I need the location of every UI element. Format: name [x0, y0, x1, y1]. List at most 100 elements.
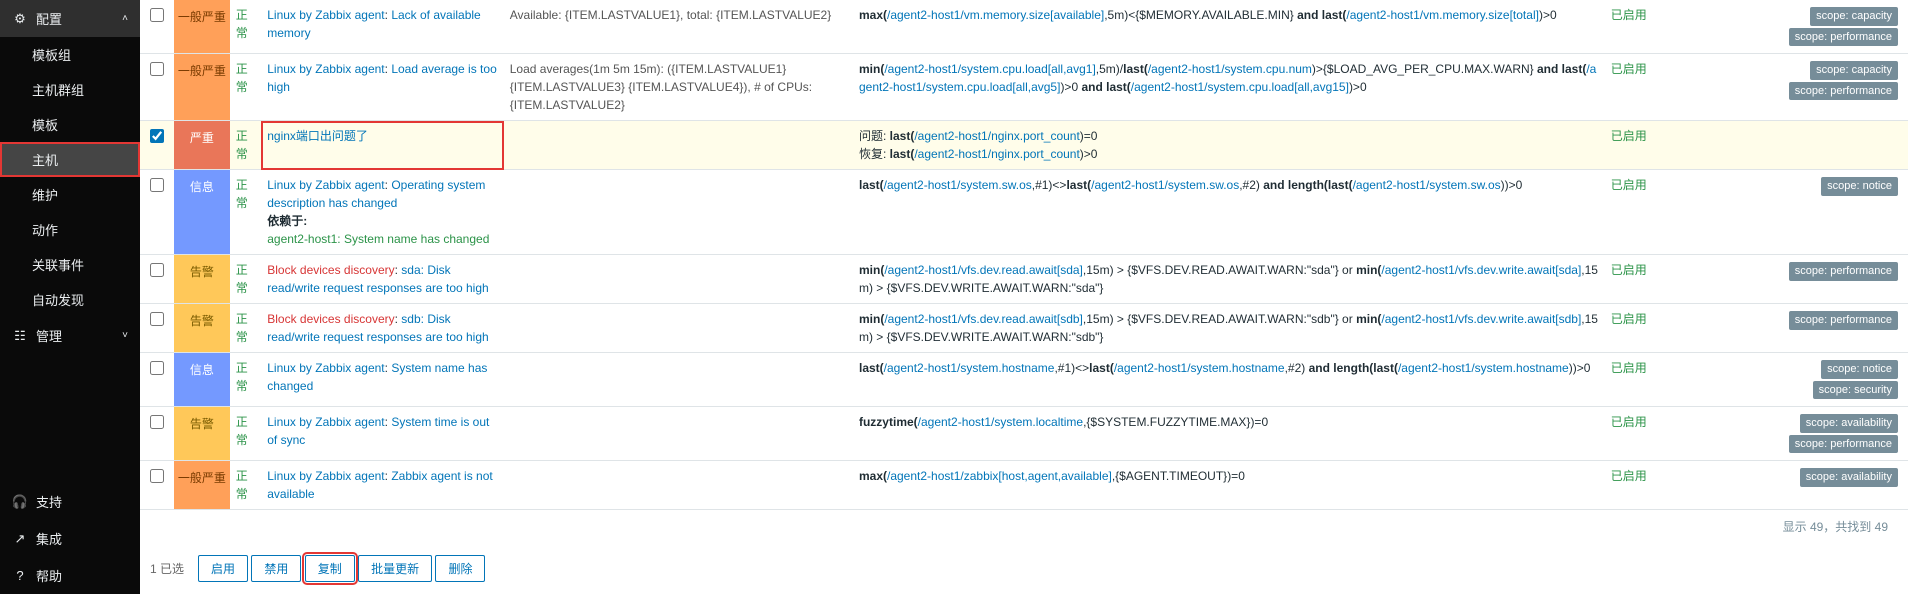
expr-link[interactable]: /agent2-host1/system.hostname: [1114, 361, 1285, 375]
action-button-2[interactable]: 复制: [305, 555, 355, 582]
prefix-link[interactable]: Block devices discovery: [267, 263, 394, 277]
severity-cell: 一般严重: [174, 461, 230, 510]
sidebar-item-7[interactable]: 自动发现: [0, 282, 140, 317]
sidebar-item-1[interactable]: 主机群组: [0, 72, 140, 107]
sidebar-manage-label: 管理: [36, 326, 62, 345]
row-checkbox[interactable]: [150, 469, 164, 483]
row-checkbox[interactable]: [150, 62, 164, 76]
chevron-up-icon: ˄: [122, 13, 128, 24]
action-button-3[interactable]: 批量更新: [358, 555, 432, 582]
severity-cell: 严重: [174, 121, 230, 170]
table-row: 信息正常Linux by Zabbix agent: Operating sys…: [140, 170, 1908, 255]
prefix-link[interactable]: Linux by Zabbix agent: [267, 361, 384, 375]
opdata-cell: Available: {ITEM.LASTVALUE1}, total: {IT…: [504, 0, 853, 54]
sidebar-item-5[interactable]: 动作: [0, 212, 140, 247]
opdata-cell: [504, 255, 853, 304]
sidebar-item-4[interactable]: 维护: [0, 177, 140, 212]
enable-link[interactable]: 已启用: [1611, 62, 1647, 76]
trigger-name-cell: Linux by Zabbix agent: System name has c…: [261, 353, 504, 407]
depends-link[interactable]: agent2-host1: System name has changed: [267, 232, 489, 246]
enable-link[interactable]: 已启用: [1611, 469, 1647, 483]
expression-cell: last(/agent2-host1/system.hostname,#1)<>…: [853, 353, 1605, 407]
expr-link[interactable]: /agent2-host1/zabbix[host,agent,availabl…: [887, 469, 1112, 483]
expr-link[interactable]: /agent2-host1/system.localtime: [918, 415, 1083, 429]
row-checkbox[interactable]: [150, 312, 164, 326]
enable-link[interactable]: 已启用: [1611, 312, 1647, 326]
footer-actions: 1 已选 启用 禁用 复制 批量更新 删除: [140, 543, 1908, 594]
prefix-link[interactable]: Block devices discovery: [267, 312, 394, 326]
prefix-link[interactable]: Linux by Zabbix agent: [267, 415, 384, 429]
status-value: 正常: [230, 407, 262, 461]
enable-link[interactable]: 已启用: [1611, 415, 1647, 429]
severity-cell: 告警: [174, 407, 230, 461]
row-checkbox[interactable]: [150, 361, 164, 375]
trigger-name-cell: Block devices discovery: sdb: Disk read/…: [261, 304, 504, 353]
table-row: 一般严重正常Linux by Zabbix agent: Zabbix agen…: [140, 461, 1908, 510]
trigger-link[interactable]: nginx端口出问题了: [267, 129, 368, 143]
status-value: 正常: [230, 255, 262, 304]
enable-link[interactable]: 已启用: [1611, 263, 1647, 277]
sidebar-item-2[interactable]: 模板: [0, 107, 140, 142]
prefix-link[interactable]: Linux by Zabbix agent: [267, 469, 384, 483]
tag: scope: capacity: [1810, 7, 1898, 26]
sidebar-support[interactable]: 🎧支持: [0, 483, 140, 520]
action-button-4[interactable]: 删除: [435, 555, 485, 582]
sidebar-config-label: 配置: [36, 9, 62, 28]
expr-link[interactable]: /agent2-host1/vm.memory.size[available]: [887, 8, 1104, 22]
enable-link[interactable]: 已启用: [1611, 361, 1647, 375]
expr-link[interactable]: /agent2-host1/vfs.dev.write.await[sda]: [1381, 263, 1581, 277]
expr-link[interactable]: /agent2-host1/system.sw.os: [1091, 178, 1239, 192]
expr-link[interactable]: /agent2-host1/nginx.port_count: [914, 147, 1079, 161]
row-checkbox[interactable]: [150, 415, 164, 429]
triggers-table: 一般严重正常Linux by Zabbix agent: Lack of ava…: [140, 0, 1908, 510]
expr-link[interactable]: /agent2-host1/vm.memory.size[total]: [1346, 8, 1539, 22]
status-value: 正常: [230, 121, 262, 170]
tags-cell: scope: performance: [1665, 255, 1908, 304]
expr-link[interactable]: /agent2-host1/system.cpu.num: [1148, 62, 1312, 76]
expression-cell: last(/agent2-host1/system.sw.os,#1)<>las…: [853, 170, 1605, 255]
enable-link[interactable]: 已启用: [1611, 178, 1647, 192]
row-checkbox[interactable]: [150, 263, 164, 277]
status-value: 正常: [230, 304, 262, 353]
table-row: 告警正常Block devices discovery: sda: Disk r…: [140, 255, 1908, 304]
expr-link[interactable]: /agent2-host1/vfs.dev.read.await[sda]: [884, 263, 1083, 277]
sidebar-integration[interactable]: ↗集成: [0, 520, 140, 557]
sidebar-item-0[interactable]: 模板组: [0, 37, 140, 72]
row-checkbox[interactable]: [150, 8, 164, 22]
action-button-1[interactable]: 禁用: [251, 555, 301, 582]
expr-link[interactable]: /agent2-host1/system.cpu.load[all,avg15]: [1131, 80, 1349, 94]
sidebar-config[interactable]: ⚙ 配置 ˄: [0, 0, 140, 37]
severity-cell: 信息: [174, 170, 230, 255]
severity-cell: 告警: [174, 304, 230, 353]
expr-link[interactable]: /agent2-host1/system.sw.os: [1353, 178, 1501, 192]
expr-link[interactable]: /agent2-host1/nginx.port_count: [914, 129, 1079, 143]
trigger-name-cell: Linux by Zabbix agent: Load average is t…: [261, 54, 504, 121]
prefix-link[interactable]: Linux by Zabbix agent: [267, 62, 384, 76]
tags-cell: [1665, 121, 1908, 170]
row-checkbox[interactable]: [150, 178, 164, 192]
tags-cell: scope: availability: [1665, 461, 1908, 510]
opdata-cell: [504, 461, 853, 510]
sidebar-item-6[interactable]: 关联事件: [0, 247, 140, 282]
expr-link[interactable]: /agent2-host1/system.hostname: [1398, 361, 1569, 375]
expr-link[interactable]: /agent2-host1/vfs.dev.write.await[sdb]: [1381, 312, 1581, 326]
table-row: 一般严重正常Linux by Zabbix agent: Lack of ava…: [140, 0, 1908, 54]
tag: scope: notice: [1821, 360, 1898, 379]
prefix-link[interactable]: Linux by Zabbix agent: [267, 178, 384, 192]
row-checkbox[interactable]: [150, 129, 164, 143]
tag: scope: availability: [1800, 414, 1898, 433]
expr-link[interactable]: /agent2-host1/system.sw.os: [884, 178, 1032, 192]
enable-link[interactable]: 已启用: [1611, 8, 1647, 22]
prefix-link[interactable]: Linux by Zabbix agent: [267, 8, 384, 22]
sidebar-manage[interactable]: ☷ 管理 ˅: [0, 317, 140, 354]
trigger-name-cell: nginx端口出问题了: [261, 121, 504, 170]
opdata-cell: Load averages(1m 5m 15m): ({ITEM.LASTVAL…: [504, 54, 853, 121]
enable-link[interactable]: 已启用: [1611, 129, 1647, 143]
expr-link[interactable]: /agent2-host1/vfs.dev.read.await[sdb]: [884, 312, 1083, 326]
expr-link[interactable]: /agent2-host1/system.hostname: [884, 361, 1055, 375]
expression-cell: fuzzytime(/agent2-host1/system.localtime…: [853, 407, 1605, 461]
sidebar-item-3[interactable]: 主机: [0, 142, 140, 177]
expression-cell: min(/agent2-host1/system.cpu.load[all,av…: [853, 54, 1605, 121]
expr-link[interactable]: /agent2-host1/system.cpu.load[all,avg1]: [884, 62, 1095, 76]
action-button-0[interactable]: 启用: [198, 555, 248, 582]
